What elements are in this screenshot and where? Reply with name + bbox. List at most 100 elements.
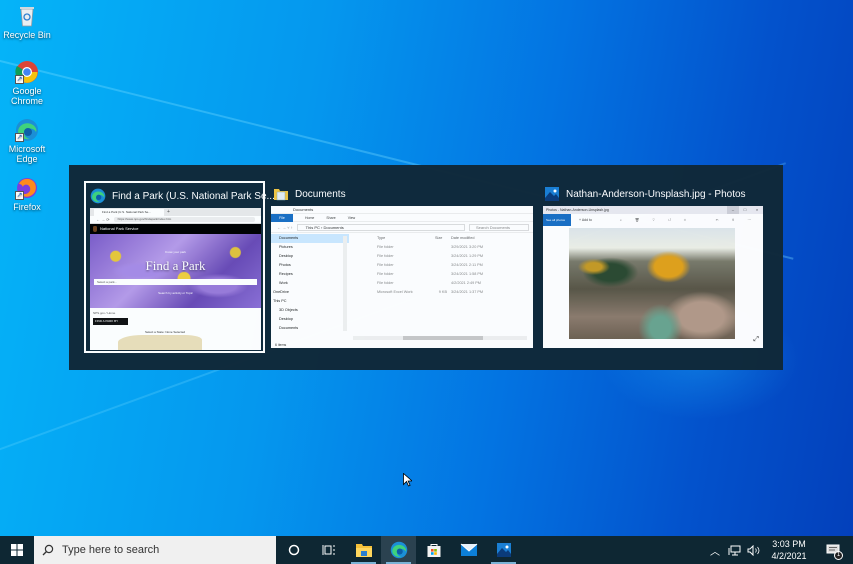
cortana-button[interactable] [276, 536, 311, 564]
taskbar-mail[interactable] [451, 536, 486, 564]
ribbon-tab-share: Share [326, 215, 336, 220]
edge-window-thumbnail: Find a Park (U.S. National Park Se... + … [90, 208, 261, 350]
ribbon-tab-home: Home [305, 215, 315, 220]
taskbar-edge[interactable] [381, 536, 416, 564]
notification-count-badge: 1 [834, 551, 843, 560]
taskbar-search-box[interactable]: Type here to search [34, 536, 276, 564]
park-select: Select a park... [94, 279, 257, 285]
browser-tab: Find a Park (U.S. National Park Se... [94, 208, 164, 216]
file-row: File folder 4/2/2021 2:49 PM [377, 281, 481, 285]
nav-item: 3D Objects [279, 308, 298, 312]
close-icon: × [755, 207, 759, 212]
ribbon-tab-view: View [347, 215, 356, 220]
system-tray: ︿ 3:03 PM 4/2/2021 1 [710, 536, 853, 564]
status-bar: 6 items [275, 343, 287, 347]
file-row: File folder 3/24/2021 2:11 PM [377, 263, 483, 267]
desktop-icon-label: Recycle Bin [3, 30, 51, 40]
window-controls: – □ × [727, 206, 763, 214]
breadcrumb: NPS.gov / Home [93, 311, 116, 315]
ribbon-tabs: File Home Share View [271, 213, 533, 222]
nav-buttons-icon: ← → ⟳ [96, 217, 110, 222]
mail-icon [460, 543, 477, 556]
minimize-icon: – [727, 206, 739, 214]
horizontal-scrollbar [353, 336, 527, 340]
taskbar-file-explorer[interactable] [346, 536, 381, 564]
state-select: Select a State: None Selected [145, 330, 186, 334]
shortcut-arrow-icon: ↗ [15, 75, 24, 84]
tile-header: Nathan-Anderson-Unsplash.jpg - Photos [544, 184, 746, 204]
clock-time: 3:03 PM [772, 539, 806, 549]
site-name: National Park Service [100, 226, 139, 231]
us-map [118, 335, 202, 350]
edge-icon [390, 541, 407, 559]
nav-item: Desktop [279, 317, 293, 321]
nav-item: Recipes [279, 272, 293, 276]
find-by-state-heading: FIND A PARK BY STATE [93, 318, 128, 330]
desktop-icon-firefox[interactable]: ↗ Firefox [0, 176, 54, 212]
photos-icon [496, 543, 511, 557]
quick-access-toolbar: Documents [271, 206, 533, 214]
taskbar-store[interactable] [416, 536, 451, 564]
tile-title: Nathan-Anderson-Unsplash.jpg - Photos [566, 188, 746, 200]
desktop-icon-label: Google Chrome [10, 86, 43, 106]
nav-item: Work [279, 281, 288, 285]
file-row: Microsoft Excel Worksheet9 KB3/24/2021 1… [377, 290, 484, 294]
recycle-bin-icon [15, 4, 39, 28]
chrome-icon: ↗ [15, 60, 39, 84]
nav-item: OneDrive [273, 290, 290, 294]
navigation-bar: ← → ˅ ↑ This PC › Documents Search Docum… [271, 222, 533, 233]
tile-header: Find a Park (U.S. National Park Se... [90, 186, 275, 206]
task-view-button[interactable] [311, 536, 346, 564]
navigation-pane: Documents Pictures Desktop Photos Recipe… [271, 234, 349, 330]
photos-toolbar: See all photos + Add to ⌕ 🗑 ♡ ↺ ⌗ ✂ ⇪ ⋯ [543, 214, 763, 226]
file-row: File folder 3/29/2021 3:20 PM [377, 245, 484, 249]
more-options-icon: ✂ ⇪ ⋯ [715, 218, 757, 222]
cortana-icon [288, 544, 299, 556]
tile-title: Find a Park (U.S. National Park Se... [112, 190, 275, 202]
windows-logo-icon [11, 544, 23, 556]
nps-header: National Park Service [90, 224, 261, 234]
nav-item: This PC [273, 299, 287, 303]
expand-icon: ⤢ [753, 336, 759, 343]
desktop-icon-edge[interactable]: ↗ Microsoft Edge [0, 118, 54, 164]
search-placeholder: Type here to search [62, 544, 160, 556]
toolbar-icons: ⌕ 🗑 ♡ ↺ ⌗ [619, 218, 692, 222]
shortcut-arrow-icon: ↗ [15, 191, 24, 200]
column-headers: Type Size Date modified [377, 236, 475, 240]
file-list: Type Size Date modified File folder 3/29/… [353, 234, 533, 297]
nav-item: Desktop [279, 254, 293, 258]
shortcut-arrow-icon: ↗ [15, 133, 24, 142]
hero-banner: Know your park Find a Park Select a park… [90, 234, 261, 308]
volume-icon[interactable] [747, 544, 761, 556]
desktop-icon-recycle-bin[interactable]: Recycle Bin [0, 4, 54, 40]
firefox-icon: ↗ [15, 176, 39, 200]
show-hidden-icons-chevron-icon[interactable]: ︿ [710, 543, 720, 558]
desktop-icon-chrome[interactable]: ↗ Google Chrome [0, 60, 54, 106]
taskbar: Type here to search ︿ 3:03 PM 4/2/2021 1 [0, 536, 853, 564]
new-tab-icon: + [167, 209, 170, 215]
switcher-tile-edge[interactable]: Find a Park (U.S. National Park Se... Fi… [84, 181, 275, 353]
switcher-tile-documents[interactable]: Documents Documents File Home Share View… [269, 181, 535, 353]
network-icon[interactable] [728, 545, 741, 556]
photos-window-thumbnail: Photos - Nathan-Anderson-Unsplash.jpg – … [543, 206, 763, 348]
address-path: This PC › Documents [296, 223, 465, 231]
page-body: NPS.gov / Home FIND A PARK BY STATE Sele… [90, 308, 261, 350]
hero-title: Find a Park [145, 258, 206, 273]
clock[interactable]: 3:03 PM 4/2/2021 [765, 538, 813, 562]
nav-item: Documents [271, 234, 349, 243]
photo-image [569, 228, 735, 339]
edge-icon: ↗ [15, 118, 39, 142]
photos-title-bar: Photos - Nathan-Anderson-Unsplash.jpg – … [543, 206, 763, 214]
start-button[interactable] [0, 536, 34, 564]
edge-icon [90, 188, 106, 204]
folder-icon [274, 189, 288, 201]
address-bar: ← → ⟳ https://www.nps.gov/findapark/inde… [90, 216, 261, 224]
action-center-button[interactable]: 1 [813, 536, 853, 564]
taskbar-photos[interactable] [486, 536, 521, 564]
maximize-icon: □ [743, 207, 747, 212]
mouse-cursor-icon [403, 473, 412, 487]
task-view-icon [322, 545, 335, 555]
switcher-tile-photos[interactable]: Nathan-Anderson-Unsplash.jpg - Photos Ph… [540, 181, 766, 353]
nps-arrowhead-logo-icon [93, 226, 97, 232]
hero-subtitle: Know your park [165, 250, 186, 254]
